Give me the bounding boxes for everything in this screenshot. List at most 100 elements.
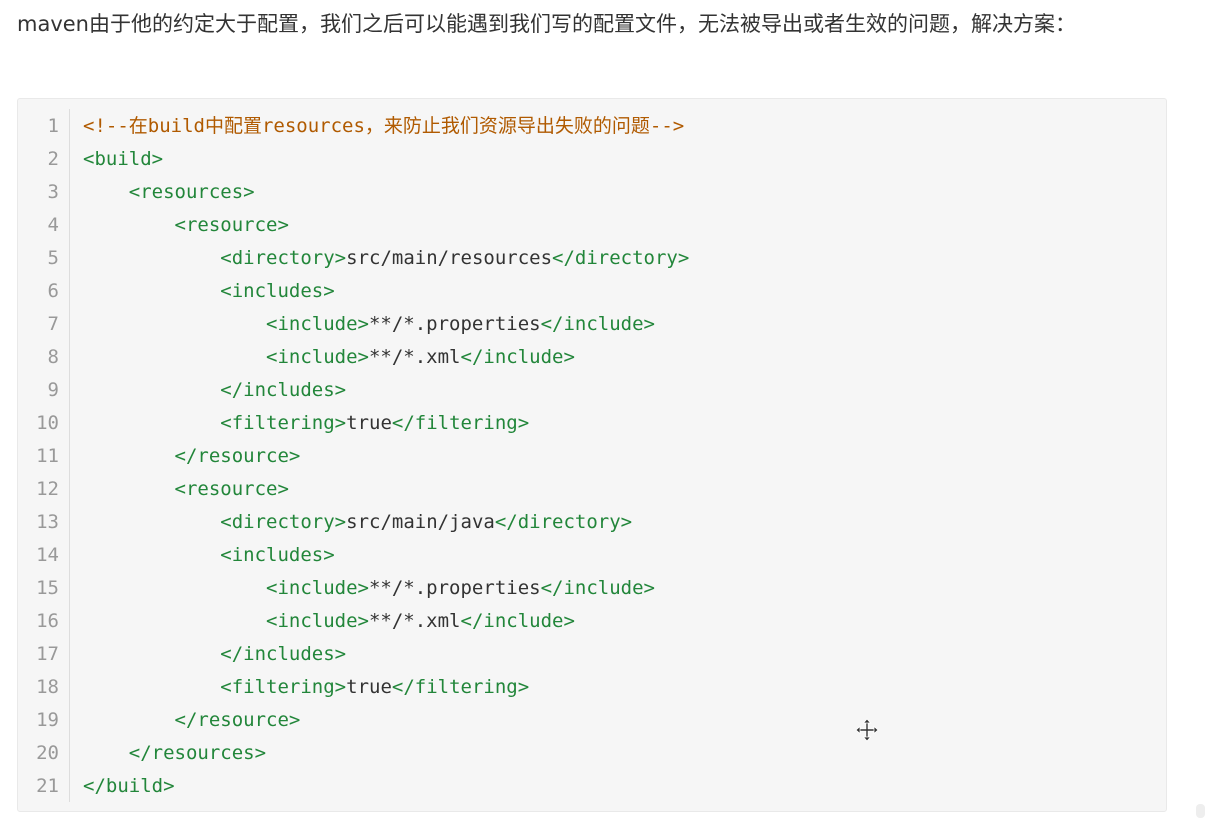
code-text: <resource>	[83, 214, 289, 236]
code-line: 18 <filtering>true</filtering>	[18, 671, 689, 704]
line-number: 10	[36, 412, 59, 434]
code-line: 16 <include>**/*.xml</include>	[18, 605, 689, 638]
code-text: <!--在build中配置resources，来防止我们资源导出失败的问题-->	[83, 115, 684, 137]
line-number: 6	[47, 280, 59, 302]
code-lines: 1 <!--在build中配置resources，来防止我们资源导出失败的问题--…	[18, 110, 689, 803]
xml-tag: </directory>	[552, 247, 690, 269]
code-line: 1 <!--在build中配置resources，来防止我们资源导出失败的问题--…	[18, 110, 689, 143]
xml-text	[83, 577, 266, 599]
xml-tag: <include>	[266, 577, 369, 599]
xml-text: src/main/java	[346, 511, 495, 533]
code-line: 15 <include>**/*.properties</include>	[18, 572, 689, 605]
code-line: 14 <includes>	[18, 539, 689, 572]
xml-tag: </directory>	[494, 511, 633, 533]
code-line: 4 <resource>	[18, 209, 689, 242]
xml-tag: <include>	[266, 346, 369, 368]
xml-tag: </includes>	[220, 643, 347, 665]
code-line: 10 <filtering>true</filtering>	[18, 407, 689, 440]
xml-tag: <build>	[83, 148, 164, 170]
xml-text	[83, 445, 175, 467]
xml-text: **/*.xml	[368, 346, 461, 368]
xml-text: **/*.properties	[368, 313, 541, 335]
xml-tag: <filtering>	[220, 676, 347, 698]
xml-text: true	[346, 676, 392, 698]
xml-tag: <filtering>	[220, 412, 347, 434]
xml-tag: </resources>	[128, 742, 267, 764]
xml-tag: <includes>	[220, 280, 335, 302]
code-line: 5 <directory>src/main/resources</directo…	[18, 242, 690, 275]
code-line: 21 </build>	[18, 770, 689, 803]
code-line: 6 <includes>	[18, 275, 689, 308]
xml-text	[83, 280, 220, 302]
xml-text	[83, 709, 175, 731]
xml-text: **/*.properties	[368, 577, 541, 599]
code-text: </build>	[83, 775, 175, 797]
xml-text	[83, 478, 175, 500]
xml-tag: </include>	[540, 577, 655, 599]
line-number: 2	[47, 148, 59, 170]
xml-tag: <include>	[266, 610, 369, 632]
xml-tag: </resource>	[174, 445, 301, 467]
xml-comment: <!--在build中配置resources，来防止我们资源导出失败的问题-->	[83, 115, 685, 137]
xml-tag: </include>	[460, 610, 575, 632]
xml-text	[83, 544, 220, 566]
code-text: <directory>src/main/resources</directory…	[83, 247, 689, 269]
code-text: <directory>src/main/java</directory>	[83, 511, 632, 533]
intro-paragraph: maven由于他的约定大于配置，我们之后可以能遇到我们写的配置文件，无法被导出或…	[17, 12, 1076, 36]
line-number: 8	[47, 346, 59, 368]
code-text: <include>**/*.properties</include>	[83, 313, 655, 335]
code-line: 3 <resources>	[18, 176, 689, 209]
move-cursor-icon	[855, 718, 879, 742]
xml-text	[83, 181, 129, 203]
line-number: 19	[36, 709, 59, 731]
xml-tag: </filtering>	[391, 412, 530, 434]
code-text: </resource>	[83, 709, 301, 731]
scroll-edge-indicator	[1196, 804, 1205, 818]
code-line: 7 <include>**/*.properties</include>	[18, 308, 689, 341]
line-number: 3	[47, 181, 59, 203]
code-text: </resource>	[83, 445, 301, 467]
xml-tag: <directory>	[220, 247, 347, 269]
code-line: 11 </resource>	[18, 440, 689, 473]
code-block: 1 <!--在build中配置resources，来防止我们资源导出失败的问题--…	[17, 98, 1167, 812]
code-text: </includes>	[83, 643, 346, 665]
code-line: 2 <build>	[18, 143, 689, 176]
line-number: 1	[47, 115, 59, 137]
code-line: 9 </includes>	[18, 374, 689, 407]
xml-tag: </resource>	[174, 709, 301, 731]
xml-text: **/*.xml	[368, 610, 461, 632]
code-line: 19 </resource>	[18, 704, 689, 737]
line-number: 14	[36, 544, 59, 566]
code-text: <include>**/*.xml</include>	[83, 346, 575, 368]
line-number: 18	[36, 676, 59, 698]
line-number: 5	[47, 247, 59, 269]
xml-text	[83, 346, 266, 368]
line-number: 12	[36, 478, 59, 500]
xml-text	[83, 511, 220, 533]
code-text: <filtering>true</filtering>	[83, 412, 529, 434]
code-line: 12 <resource>	[18, 473, 689, 506]
xml-text	[83, 247, 220, 269]
line-number: 21	[36, 775, 59, 797]
xml-tag: <resource>	[174, 478, 289, 500]
line-number: 17	[36, 643, 59, 665]
code-text: <resources>	[83, 181, 255, 203]
line-number: 7	[47, 313, 59, 335]
xml-text	[83, 610, 266, 632]
code-line: 13 <directory>src/main/java</directory>	[18, 506, 689, 539]
xml-text: true	[346, 412, 392, 434]
xml-tag: </includes>	[220, 379, 347, 401]
xml-tag: <include>	[266, 313, 369, 335]
code-line: 20 </resources>	[18, 737, 689, 770]
xml-text: src/main/resources	[346, 247, 553, 269]
xml-tag: </include>	[540, 313, 655, 335]
line-number: 4	[47, 214, 59, 236]
xml-tag: </filtering>	[391, 676, 530, 698]
code-text: <build>	[83, 148, 163, 170]
xml-tag: </build>	[83, 775, 175, 797]
code-text: </includes>	[83, 379, 346, 401]
xml-text	[83, 214, 175, 236]
code-text: <includes>	[83, 544, 334, 566]
code-text: <resource>	[83, 478, 289, 500]
line-number: 20	[36, 742, 59, 764]
